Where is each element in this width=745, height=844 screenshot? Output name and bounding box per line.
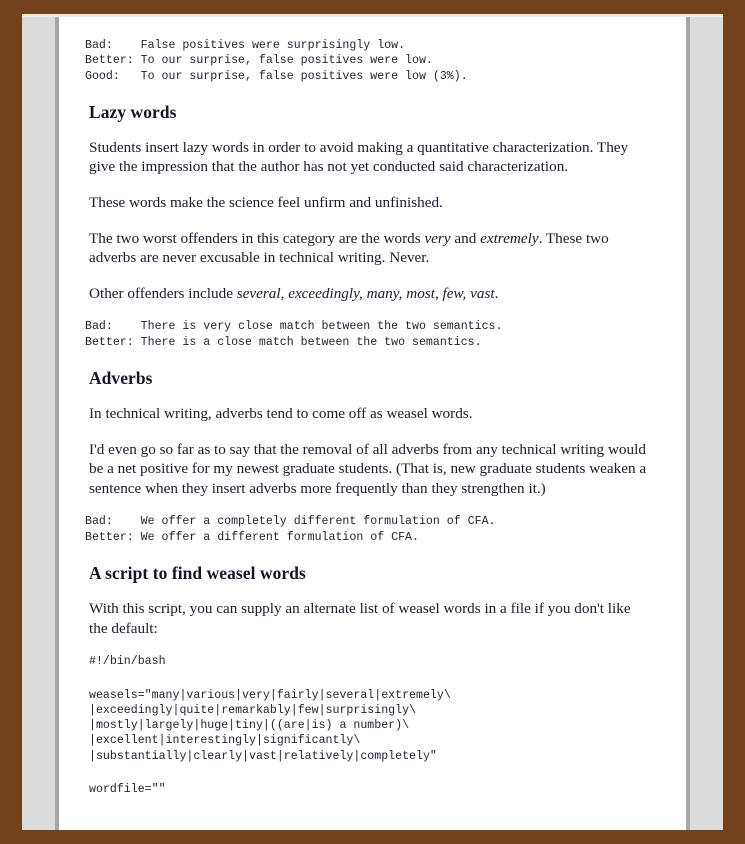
left-gutter: [22, 14, 55, 830]
code-script-shebang: #!/bin/bash: [89, 655, 166, 669]
paragraph-script-intro: With this script, you can supply an alte…: [89, 600, 631, 637]
emphasis-very: very: [424, 229, 451, 247]
worst-offenders-text-1: The two worst offenders in this category…: [89, 229, 425, 247]
document-page: Bad: False positives were surprisingly l…: [22, 14, 723, 830]
worst-offenders-text-2: and: [450, 229, 481, 247]
paragraph-adverbs-removal: I'd even go so far as to say that the re…: [89, 440, 647, 497]
paragraph-worst-offenders: The two worst offenders in this category…: [89, 229, 649, 268]
code-sample-cfa: Bad: We offer a completely different for…: [85, 515, 496, 544]
top-spacer: [89, 14, 649, 38]
other-offenders-text-1: Other offenders include: [89, 284, 237, 302]
code-script-weasels-variable: weasels="many|various|very|fairly|severa…: [89, 688, 451, 763]
right-gutter: [690, 14, 723, 830]
paragraph-adverbs-weasel: In technical writing, adverbs tend to co…: [89, 405, 473, 423]
paragraph-unfirm-unfinished: These words make the science feel unfirm…: [89, 194, 443, 212]
code-sample-close-match: Bad: There is very close match between t…: [85, 320, 503, 349]
paper-surface: Bad: False positives were surprisingly l…: [59, 14, 686, 830]
code-sample-false-positives: Bad: False positives were surprisingly l…: [85, 39, 468, 83]
emphasis-other-offenders-list: several, exceedingly, many, most, few, v…: [236, 284, 495, 302]
heading-adverbs: Adverbs: [89, 368, 153, 389]
other-offenders-text-2: .: [494, 284, 499, 302]
code-script-wordfile-variable: wordfile="": [89, 782, 166, 796]
heading-script-find-weasel-words: A script to find weasel words: [89, 563, 306, 584]
top-hairline: [22, 14, 723, 17]
paragraph-other-offenders: Other offenders include several, exceedi…: [89, 284, 649, 304]
heading-lazy-words: Lazy words: [89, 101, 177, 122]
paragraph-lazy-words-intro: Students insert lazy words in order to a…: [89, 138, 629, 176]
emphasis-extremely: extremely: [480, 229, 539, 247]
document-content: Bad: False positives were surprisingly l…: [85, 14, 649, 815]
